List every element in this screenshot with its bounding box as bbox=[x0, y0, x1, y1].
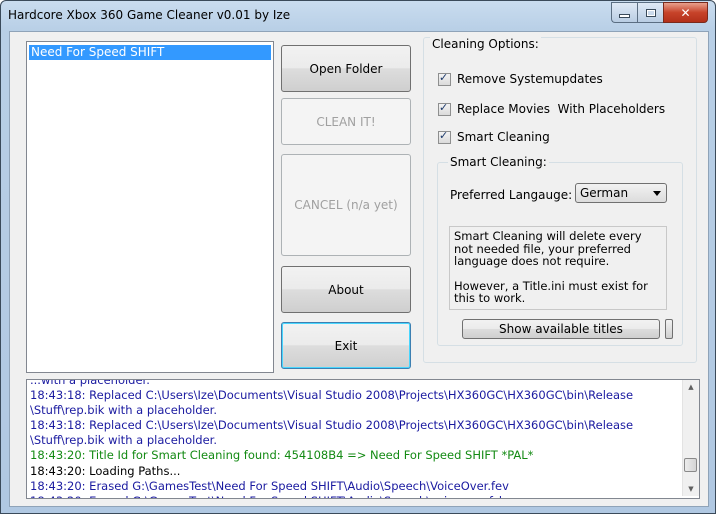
scroll-down-arrow-icon[interactable]: ▼ bbox=[683, 482, 699, 496]
title-bar[interactable]: Hardcore Xbox 360 Game Cleaner v0.01 by … bbox=[1, 1, 715, 31]
preferred-language-value: German bbox=[580, 186, 629, 200]
chevron-down-icon bbox=[653, 191, 661, 196]
close-icon: ✕ bbox=[680, 5, 691, 20]
checkbox-checked-icon bbox=[438, 101, 451, 116]
main-panel: Need For Speed SHIFT Open Folder CLEAN I… bbox=[9, 31, 709, 507]
small-side-button[interactable] bbox=[665, 319, 673, 339]
cleaning-options-legend: Cleaning Options: bbox=[430, 37, 541, 51]
log-line: ...with a placeholder. bbox=[30, 379, 150, 387]
close-button[interactable]: ✕ bbox=[663, 2, 708, 23]
clean-it-button[interactable]: CLEAN IT! bbox=[281, 98, 411, 145]
preferred-language-label: Preferred Langauge: bbox=[450, 188, 573, 202]
minimize-button[interactable] bbox=[611, 2, 637, 23]
game-list-item[interactable]: Need For Speed SHIFT bbox=[29, 45, 271, 60]
show-available-titles-button[interactable]: Show available titles bbox=[462, 319, 660, 339]
game-list[interactable]: Need For Speed SHIFT bbox=[26, 41, 274, 373]
open-folder-button[interactable]: Open Folder bbox=[281, 45, 411, 92]
scroll-thumb[interactable] bbox=[684, 458, 697, 472]
preferred-language-select[interactable]: German bbox=[575, 183, 667, 203]
checkbox-checked-icon bbox=[438, 71, 451, 86]
log-line: 18:43:20: Title Id for Smart Cleaning fo… bbox=[30, 448, 534, 463]
log-line: \Stuff\rep.bik with a placeholder. bbox=[30, 403, 218, 418]
maximize-button[interactable] bbox=[637, 2, 663, 23]
log-line: 18:43:18: Replaced C:\Users\Ize\Document… bbox=[30, 418, 634, 433]
maximize-icon bbox=[645, 8, 656, 17]
cleaning-options-group: Cleaning Options: Remove Systemupdates R… bbox=[423, 37, 697, 363]
scroll-up-arrow-icon[interactable]: ▲ bbox=[683, 380, 699, 394]
smart-cleaning-legend: Smart Cleaning: bbox=[448, 155, 549, 169]
info-text-1: Smart Cleaning will delete every not nee… bbox=[454, 229, 642, 268]
log-line: 18:43:20: Loading Paths... bbox=[30, 463, 181, 478]
app-window: Hardcore Xbox 360 Game Cleaner v0.01 by … bbox=[0, 0, 716, 514]
minimize-icon bbox=[619, 13, 630, 18]
log-scrollbar[interactable]: ▲ ▼ bbox=[682, 380, 699, 496]
log-line: 18:43:20: Erased G:\GamesTest\Need For S… bbox=[30, 494, 680, 498]
smart-cleaning-label: Smart Cleaning bbox=[457, 130, 550, 144]
window-title: Hardcore Xbox 360 Game Cleaner v0.01 by … bbox=[8, 8, 291, 22]
checkbox-checked-icon bbox=[438, 129, 451, 144]
cancel-button[interactable]: CANCEL (n/a yet) bbox=[281, 154, 411, 256]
smart-cleaning-checkbox[interactable]: Smart Cleaning bbox=[438, 129, 550, 144]
remove-systemupdates-label: Remove Systemupdates bbox=[457, 72, 603, 86]
info-text-2: However, a Title.ini must exist for this… bbox=[454, 278, 648, 305]
log-output[interactable]: ...with a placeholder. 18:43:18: Replaced… bbox=[26, 379, 700, 499]
exit-button[interactable]: Exit bbox=[281, 322, 411, 369]
log-line: 18:43:20: Erased G:\GamesTest\Need For S… bbox=[30, 478, 509, 493]
caption-buttons: ✕ bbox=[611, 2, 708, 23]
log-lines: ...with a placeholder. 18:43:18: Replaced… bbox=[30, 379, 680, 498]
smart-cleaning-group: Smart Cleaning: Preferred Langauge: Germ… bbox=[437, 155, 683, 346]
log-line: \Stuff\rep.bik with a placeholder. bbox=[30, 433, 218, 448]
replace-movies-label: Replace Movies With Placeholders bbox=[457, 102, 666, 116]
about-button[interactable]: About bbox=[281, 266, 411, 313]
smart-cleaning-info: Smart Cleaning will delete every not nee… bbox=[449, 226, 667, 310]
remove-systemupdates-checkbox[interactable]: Remove Systemupdates bbox=[438, 71, 603, 86]
log-line: 18:43:18: Replaced C:\Users\Ize\Document… bbox=[30, 388, 634, 403]
replace-movies-checkbox[interactable]: Replace Movies With Placeholders bbox=[438, 101, 666, 116]
